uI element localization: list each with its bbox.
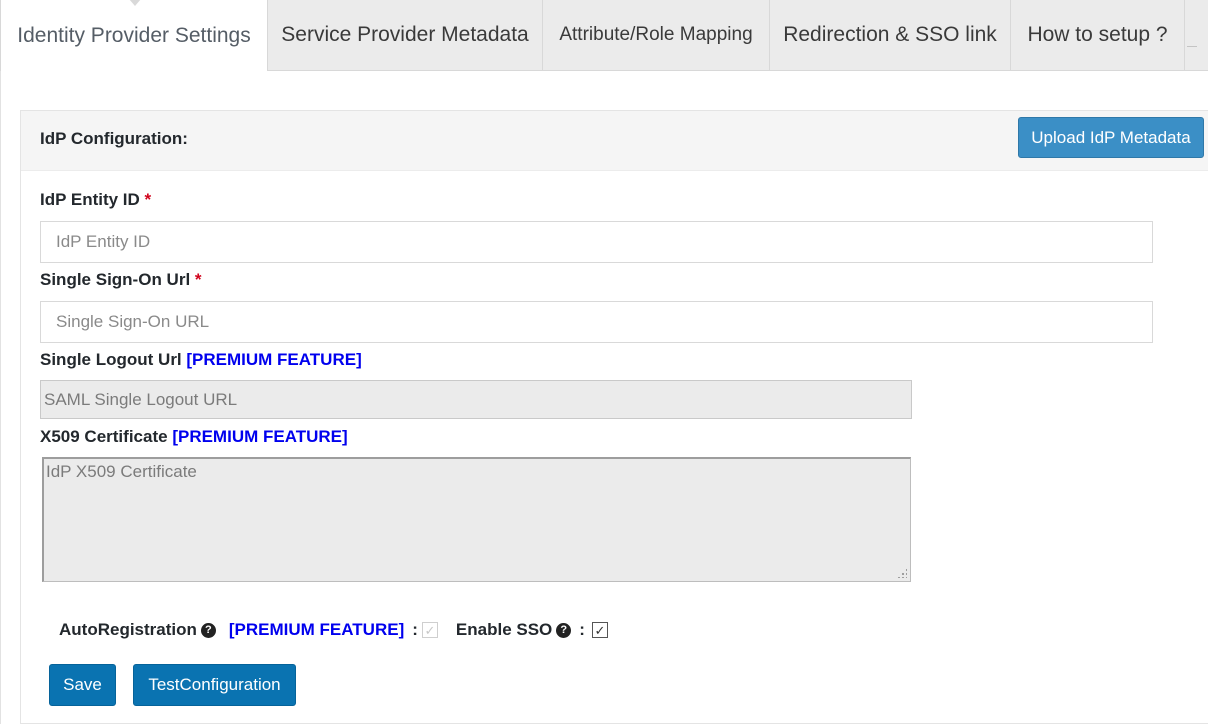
colon: : — [412, 620, 418, 639]
options-row: AutoRegistration ? [PREMIUM FEATURE] : ✓… — [59, 618, 608, 642]
test-configuration-button[interactable]: TestConfiguration — [133, 664, 296, 706]
autoregistration-label: AutoRegistration — [59, 620, 197, 639]
x509-certificate-label: X509 Certificate [PREMIUM FEATURE] — [40, 427, 348, 447]
tab-bar: Identity Provider Settings Service Provi… — [0, 0, 1208, 71]
tab-identity-provider-settings[interactable]: Identity Provider Settings — [0, 0, 268, 71]
tab-label: Attribute/Role Mapping — [559, 24, 753, 45]
panel-title: IdP Configuration: — [40, 129, 188, 148]
logout-url-input: SAML Single Logout URL — [40, 380, 912, 419]
tab-how-to-setup[interactable]: How to setup ? — [1011, 0, 1185, 71]
tab-attribute-role-mapping[interactable]: Attribute/Role Mapping — [543, 0, 770, 71]
content-border — [0, 71, 1, 724]
required-marker: * — [194, 270, 202, 289]
premium-feature-tag: [PREMIUM FEATURE] — [172, 427, 348, 446]
label-text: Single Sign-On Url — [40, 270, 191, 289]
textarea-placeholder: IdP X509 Certificate — [46, 462, 197, 481]
tab-service-provider-metadata[interactable]: Service Provider Metadata — [268, 0, 543, 71]
required-marker: * — [144, 190, 152, 209]
logout-url-label: Single Logout Url [PREMIUM FEATURE] — [40, 350, 362, 370]
premium-feature-tag: [PREMIUM FEATURE] — [186, 350, 362, 369]
tab-label: Service Provider Metadata — [281, 23, 529, 46]
input-placeholder: Single Sign-On URL — [56, 312, 210, 331]
resize-grip-icon — [897, 568, 907, 578]
label-text: IdP Entity ID — [40, 190, 140, 209]
tab-redirection-sso-link[interactable]: Redirection & SSO link — [770, 0, 1011, 71]
idp-entity-id-input[interactable]: IdP Entity ID — [40, 221, 1153, 263]
input-placeholder: IdP Entity ID — [56, 232, 151, 251]
tab-overflow — [1185, 0, 1208, 71]
autoregistration-checkbox: ✓ — [421, 622, 438, 638]
save-button[interactable]: Save — [49, 664, 116, 706]
active-tab-caret — [129, 0, 141, 6]
input-placeholder: SAML Single Logout URL — [44, 389, 238, 409]
question-circle-icon[interactable]: ? — [556, 622, 572, 638]
label-text: Single Logout Url — [40, 350, 182, 369]
question-circle-icon[interactable]: ? — [200, 622, 216, 638]
tab-label: Redirection & SSO link — [783, 23, 997, 46]
tab-label: Identity Provider Settings — [17, 23, 251, 47]
panel-header: IdP Configuration: Upload IdP Metadata — [21, 111, 1208, 171]
upload-idp-metadata-button[interactable]: Upload IdP Metadata — [1018, 117, 1204, 158]
idp-entity-id-label: IdP Entity ID * — [40, 190, 151, 210]
enable-sso-label: Enable SSO — [455, 620, 553, 639]
x509-certificate-textarea: IdP X509 Certificate — [42, 457, 911, 582]
sso-url-input[interactable]: Single Sign-On URL — [40, 301, 1153, 343]
label-text: X509 Certificate — [40, 427, 168, 446]
sso-url-label: Single Sign-On Url * — [40, 270, 202, 290]
enable-sso-checkbox[interactable]: ✓ — [591, 622, 608, 638]
tab-label: How to setup ? — [1027, 23, 1168, 46]
premium-feature-tag: [PREMIUM FEATURE] — [228, 620, 405, 639]
colon: : — [579, 620, 585, 639]
